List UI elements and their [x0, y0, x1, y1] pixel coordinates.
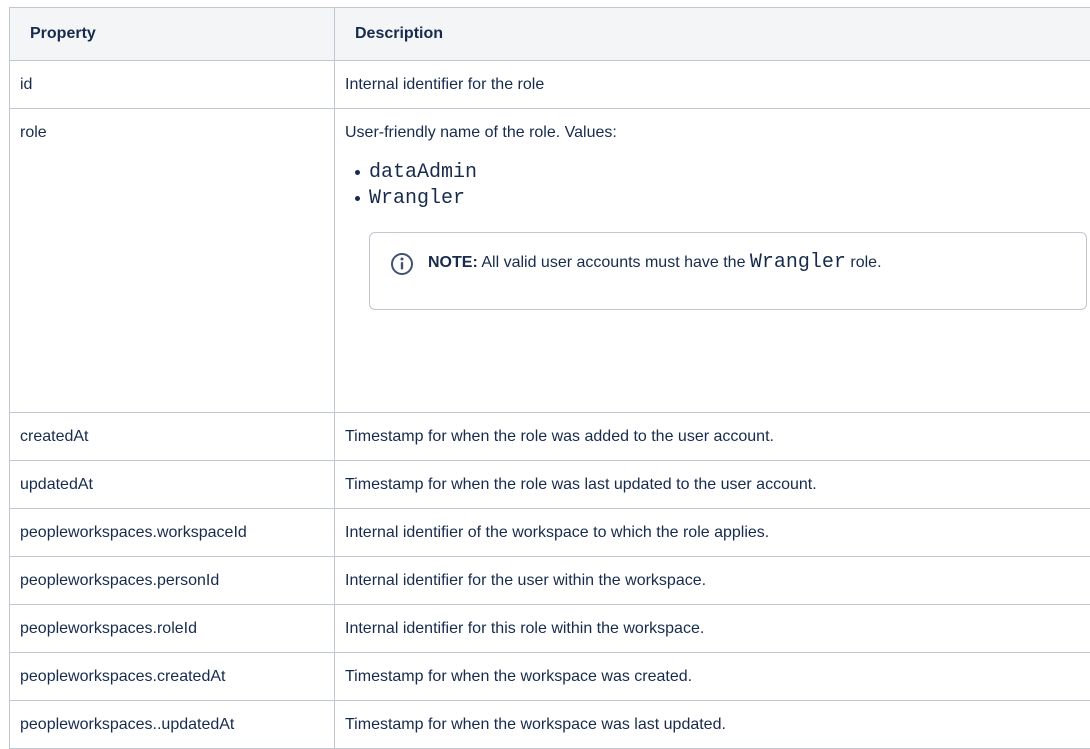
table-row: peopleworkspaces..updatedAt Timestamp fo… — [10, 701, 1090, 749]
property-cell: role — [10, 109, 335, 413]
note-text-after: role. — [846, 254, 882, 271]
note-text: NOTE: All valid user accounts must have … — [428, 252, 882, 274]
note-panel: NOTE: All valid user accounts must have … — [369, 232, 1087, 310]
note-code: Wrangler — [750, 251, 846, 274]
property-cell: peopleworkspaces.roleId — [10, 605, 335, 653]
table-row: peopleworkspaces.createdAt Timestamp for… — [10, 653, 1090, 701]
list-item: dataAdmin — [355, 160, 1090, 186]
property-cell: updatedAt — [10, 461, 335, 509]
table-row: peopleworkspaces.personId Internal ident… — [10, 557, 1090, 605]
note-text-before: All valid user accounts must have the — [478, 254, 750, 271]
role-value: dataAdmin — [369, 161, 477, 184]
table-row: updatedAt Timestamp for when the role wa… — [10, 461, 1090, 509]
role-values-list: dataAdmin Wrangler — [345, 160, 1090, 212]
description-cell: Internal identifier for the role — [335, 61, 1090, 109]
description-cell: Timestamp for when the role was added to… — [335, 413, 1090, 461]
list-item: Wrangler — [355, 186, 1090, 212]
description-text: User-friendly name of the role. Values: — [345, 122, 1090, 144]
property-cell: peopleworkspaces.workspaceId — [10, 509, 335, 557]
bullet-icon — [355, 196, 360, 201]
info-icon — [390, 252, 414, 276]
description-cell: Internal identifier for the user within … — [335, 557, 1090, 605]
table-header-row: Property Description — [10, 8, 1090, 61]
table-row: role User-friendly name of the role. Val… — [10, 109, 1090, 413]
property-cell: peopleworkspaces..updatedAt — [10, 701, 335, 749]
description-cell: Timestamp for when the role was last upd… — [335, 461, 1090, 509]
header-description: Description — [335, 8, 1090, 61]
role-value: Wrangler — [369, 187, 465, 210]
description-cell: Timestamp for when the workspace was las… — [335, 701, 1090, 749]
description-cell: Internal identifier for this role within… — [335, 605, 1090, 653]
description-cell: Internal identifier of the workspace to … — [335, 509, 1090, 557]
properties-table-wrapper: Property Description id Internal identif… — [9, 7, 1090, 749]
table-row: id Internal identifier for the role — [10, 61, 1090, 109]
bullet-icon — [355, 170, 360, 175]
property-cell: peopleworkspaces.createdAt — [10, 653, 335, 701]
properties-table: Property Description id Internal identif… — [9, 7, 1090, 749]
table-row: peopleworkspaces.workspaceId Internal id… — [10, 509, 1090, 557]
description-cell: User-friendly name of the role. Values: … — [335, 109, 1090, 413]
property-cell: createdAt — [10, 413, 335, 461]
property-cell: peopleworkspaces.personId — [10, 557, 335, 605]
property-cell: id — [10, 61, 335, 109]
table-row: peopleworkspaces.roleId Internal identif… — [10, 605, 1090, 653]
note-lead: NOTE: — [428, 254, 478, 271]
description-cell: Timestamp for when the workspace was cre… — [335, 653, 1090, 701]
table-row: createdAt Timestamp for when the role wa… — [10, 413, 1090, 461]
header-property: Property — [10, 8, 335, 61]
